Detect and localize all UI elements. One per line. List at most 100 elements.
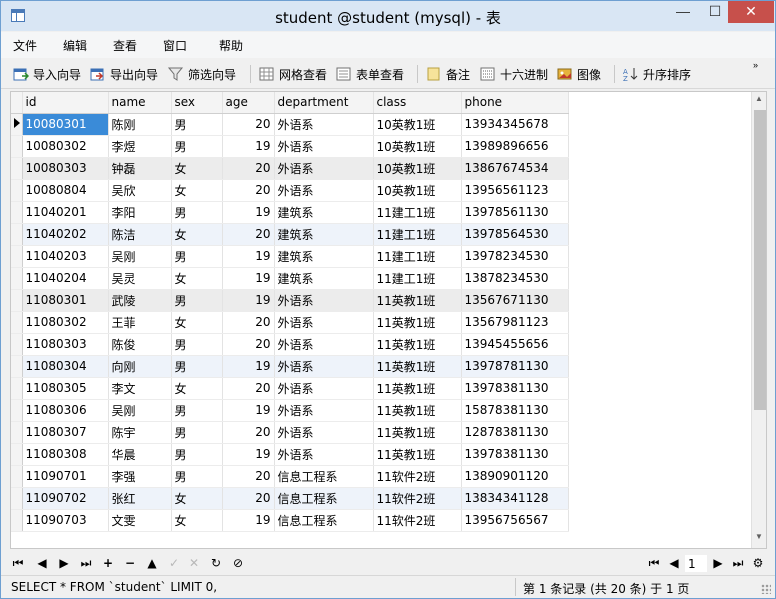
row-indicator[interactable] bbox=[11, 201, 23, 224]
import-wizard-button[interactable]: 导入向导 bbox=[13, 65, 81, 83]
cell-phone[interactable]: 13567671130 bbox=[461, 289, 569, 312]
cell-department[interactable]: 外语系 bbox=[274, 333, 374, 356]
cell-sex[interactable]: 女 bbox=[171, 487, 223, 510]
cell-age[interactable]: 20 bbox=[222, 179, 275, 202]
cell-phone[interactable]: 13867674534 bbox=[461, 157, 569, 180]
first-record-icon[interactable]: ⏮ bbox=[11, 555, 25, 571]
next-page-icon[interactable]: ▶ bbox=[711, 555, 725, 571]
resize-grip-icon[interactable] bbox=[761, 584, 771, 594]
cell-class[interactable]: 11建工1班 bbox=[373, 201, 462, 224]
row-indicator[interactable] bbox=[11, 355, 23, 378]
cell-department[interactable]: 外语系 bbox=[274, 443, 374, 466]
cell-department[interactable]: 建筑系 bbox=[274, 267, 374, 290]
cell-phone[interactable]: 13978381130 bbox=[461, 377, 569, 400]
cell-id[interactable]: 10080302 bbox=[22, 135, 109, 158]
cell-phone[interactable]: 12878381130 bbox=[461, 421, 569, 444]
cell-class[interactable]: 11英教1班 bbox=[373, 311, 462, 334]
row-indicator[interactable] bbox=[11, 465, 23, 488]
table-row[interactable]: 11090701 李强男 20 信息工程系 11软件2班 13890901120 bbox=[11, 465, 569, 488]
cell-phone[interactable]: 15878381130 bbox=[461, 399, 569, 422]
cell-sex[interactable]: 女 bbox=[171, 223, 223, 246]
cell-department[interactable]: 外语系 bbox=[274, 135, 374, 158]
add-record-icon[interactable]: + bbox=[101, 555, 115, 571]
menu-file[interactable]: 文件 bbox=[13, 37, 37, 54]
cell-class[interactable]: 11英教1班 bbox=[373, 377, 462, 400]
column-header-age[interactable]: age bbox=[222, 92, 275, 114]
cell-id[interactable]: 11080306 bbox=[22, 399, 109, 422]
cell-phone[interactable]: 13978564530 bbox=[461, 223, 569, 246]
refresh-icon[interactable]: ↻ bbox=[209, 555, 223, 571]
cell-department[interactable]: 建筑系 bbox=[274, 201, 374, 224]
cell-age[interactable]: 20 bbox=[222, 157, 275, 180]
row-indicator[interactable] bbox=[11, 399, 23, 422]
cell-class[interactable]: 10英教1班 bbox=[373, 179, 462, 202]
cell-id[interactable]: 11090702 bbox=[22, 487, 109, 510]
table-row[interactable]: 10080302 李煜男 19 外语系 10英教1班 13989896656 bbox=[11, 135, 569, 158]
table-row[interactable]: 10080303 钟磊女 20 外语系 10英教1班 13867674534 bbox=[11, 157, 569, 180]
export-wizard-button[interactable]: 导出向导 bbox=[90, 65, 158, 83]
cell-age[interactable]: 19 bbox=[222, 135, 275, 158]
table-row[interactable]: 11040201 李阳男 19 建筑系 11建工1班 13978561130 bbox=[11, 201, 569, 224]
hex-button[interactable]: 十六进制 bbox=[480, 65, 548, 83]
cell-sex[interactable]: 女 bbox=[171, 377, 223, 400]
table-row[interactable]: 11080305 李文女 20 外语系 11英教1班 13978381130 bbox=[11, 377, 569, 400]
cell-phone[interactable]: 13890901120 bbox=[461, 465, 569, 488]
cell-name[interactable]: 向刚 bbox=[108, 355, 172, 378]
cell-sex[interactable]: 男 bbox=[171, 245, 223, 268]
scroll-down-arrow-icon[interactable]: ▼ bbox=[755, 532, 763, 541]
row-indicator[interactable] bbox=[11, 311, 23, 334]
cell-name[interactable]: 陈刚 bbox=[108, 113, 172, 136]
memo-button[interactable]: 备注 bbox=[426, 65, 470, 83]
cell-sex[interactable]: 女 bbox=[171, 157, 223, 180]
cell-class[interactable]: 11建工1班 bbox=[373, 223, 462, 246]
cell-phone[interactable]: 13956561123 bbox=[461, 179, 569, 202]
cell-department[interactable]: 建筑系 bbox=[274, 245, 374, 268]
cell-id[interactable]: 11090703 bbox=[22, 509, 109, 532]
vertical-scrollbar[interactable]: ▲ ▼ bbox=[751, 92, 766, 548]
table-row[interactable]: 11090703 文雯女 19 信息工程系 11软件2班 13956756567 bbox=[11, 509, 569, 532]
cell-class[interactable]: 11英教1班 bbox=[373, 443, 462, 466]
first-page-icon[interactable]: ⏮ bbox=[647, 555, 661, 571]
table-row[interactable]: 11080303 陈俊男 20 外语系 11英教1班 13945455656 bbox=[11, 333, 569, 356]
row-indicator[interactable] bbox=[11, 377, 23, 400]
cell-class[interactable]: 11软件2班 bbox=[373, 465, 462, 488]
cell-id[interactable]: 11040201 bbox=[22, 201, 109, 224]
cell-class[interactable]: 11建工1班 bbox=[373, 245, 462, 268]
scrollbar-thumb[interactable] bbox=[754, 110, 766, 410]
cell-class[interactable]: 11英教1班 bbox=[373, 333, 462, 356]
cell-class[interactable]: 10英教1班 bbox=[373, 113, 462, 136]
cell-phone[interactable]: 13978781130 bbox=[461, 355, 569, 378]
apply-changes-icon[interactable]: ✓ bbox=[167, 555, 181, 571]
image-button[interactable]: 图像 bbox=[557, 65, 601, 83]
cell-id[interactable]: 10080301 bbox=[22, 113, 109, 136]
cell-sex[interactable]: 女 bbox=[171, 179, 223, 202]
edit-record-icon[interactable]: ▲ bbox=[145, 555, 159, 571]
cell-age[interactable]: 20 bbox=[222, 223, 275, 246]
cell-id[interactable]: 11080302 bbox=[22, 311, 109, 334]
cell-class[interactable]: 10英教1班 bbox=[373, 157, 462, 180]
previous-record-icon[interactable]: ◀ bbox=[35, 555, 49, 571]
cell-id[interactable]: 11040204 bbox=[22, 267, 109, 290]
cell-name[interactable]: 陈宇 bbox=[108, 421, 172, 444]
cell-sex[interactable]: 男 bbox=[171, 421, 223, 444]
cell-age[interactable]: 19 bbox=[222, 267, 275, 290]
cell-class[interactable]: 11软件2班 bbox=[373, 487, 462, 510]
cell-age[interactable]: 20 bbox=[222, 377, 275, 400]
cell-sex[interactable]: 女 bbox=[171, 267, 223, 290]
row-indicator[interactable] bbox=[11, 509, 23, 532]
cell-department[interactable]: 信息工程系 bbox=[274, 509, 374, 532]
cell-sex[interactable]: 女 bbox=[171, 509, 223, 532]
row-indicator[interactable] bbox=[11, 333, 23, 356]
cell-department[interactable]: 外语系 bbox=[274, 399, 374, 422]
close-button[interactable]: ✕ bbox=[728, 1, 774, 23]
cell-age[interactable]: 20 bbox=[222, 311, 275, 334]
cell-name[interactable]: 吴灵 bbox=[108, 267, 172, 290]
table-row[interactable]: 11080304 向刚男 19 外语系 11英教1班 13978781130 bbox=[11, 355, 569, 378]
cell-department[interactable]: 信息工程系 bbox=[274, 487, 374, 510]
cell-age[interactable]: 19 bbox=[222, 289, 275, 312]
cell-name[interactable]: 李阳 bbox=[108, 201, 172, 224]
cell-name[interactable]: 陈俊 bbox=[108, 333, 172, 356]
table-row[interactable]: 11080301 武陵男 19 外语系 11英教1班 13567671130 bbox=[11, 289, 569, 312]
menu-help[interactable]: 帮助 bbox=[219, 37, 243, 54]
delete-record-icon[interactable]: − bbox=[123, 555, 137, 571]
